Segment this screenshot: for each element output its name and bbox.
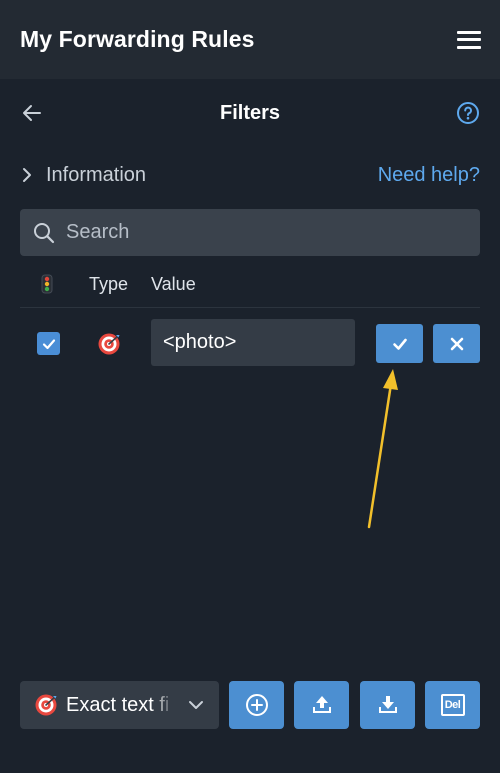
checkmark-icon: [42, 338, 55, 349]
filter-type-label: Exact text fi: [66, 693, 170, 716]
search-icon: [34, 222, 55, 243]
column-header-type: Type: [89, 274, 129, 294]
filter-value-input[interactable]: [151, 319, 355, 366]
filter-type-select[interactable]: Exact text fi: [20, 681, 219, 729]
app-bar: My Forwarding Rules: [0, 0, 500, 79]
search-input[interactable]: [66, 221, 466, 244]
upload-icon: [312, 696, 331, 713]
table-row: [0, 318, 500, 368]
information-row: Information Need help?: [20, 159, 480, 191]
subheader: Filters: [0, 93, 500, 133]
need-help-link[interactable]: Need help?: [378, 164, 480, 187]
information-toggle[interactable]: Information: [20, 164, 146, 187]
chevron-down-icon: [189, 701, 203, 709]
bottom-toolbar: Exact text fi Del: [0, 681, 500, 729]
row-enabled-checkbox[interactable]: [37, 332, 60, 355]
column-header-value: Value: [151, 274, 196, 294]
confirm-button[interactable]: [376, 324, 423, 363]
header-divider: [20, 307, 480, 308]
traffic-light-icon: [41, 274, 53, 299]
target-icon: [35, 694, 57, 716]
checkmark-icon: [392, 338, 407, 350]
delete-button[interactable]: Del: [425, 681, 480, 729]
information-label: Information: [46, 163, 147, 186]
cancel-button[interactable]: [433, 324, 480, 363]
back-arrow-icon[interactable]: [20, 101, 44, 125]
download-icon: [378, 696, 397, 713]
question-circle-icon[interactable]: [456, 101, 480, 125]
hamburger-menu-icon[interactable]: [456, 29, 482, 51]
target-icon[interactable]: [97, 332, 121, 361]
delete-icon: Del: [440, 694, 465, 716]
search-box: [20, 209, 480, 256]
upload-button[interactable]: [294, 681, 349, 729]
close-icon: [450, 337, 463, 350]
add-filter-button[interactable]: [229, 681, 284, 729]
add-icon: [245, 694, 268, 716]
app-title: My Forwarding Rules: [20, 26, 255, 52]
table-header: Type Value: [0, 268, 500, 300]
page-title: Filters: [219, 101, 281, 124]
chevron-right-icon: [23, 168, 31, 182]
download-button[interactable]: [360, 681, 415, 729]
